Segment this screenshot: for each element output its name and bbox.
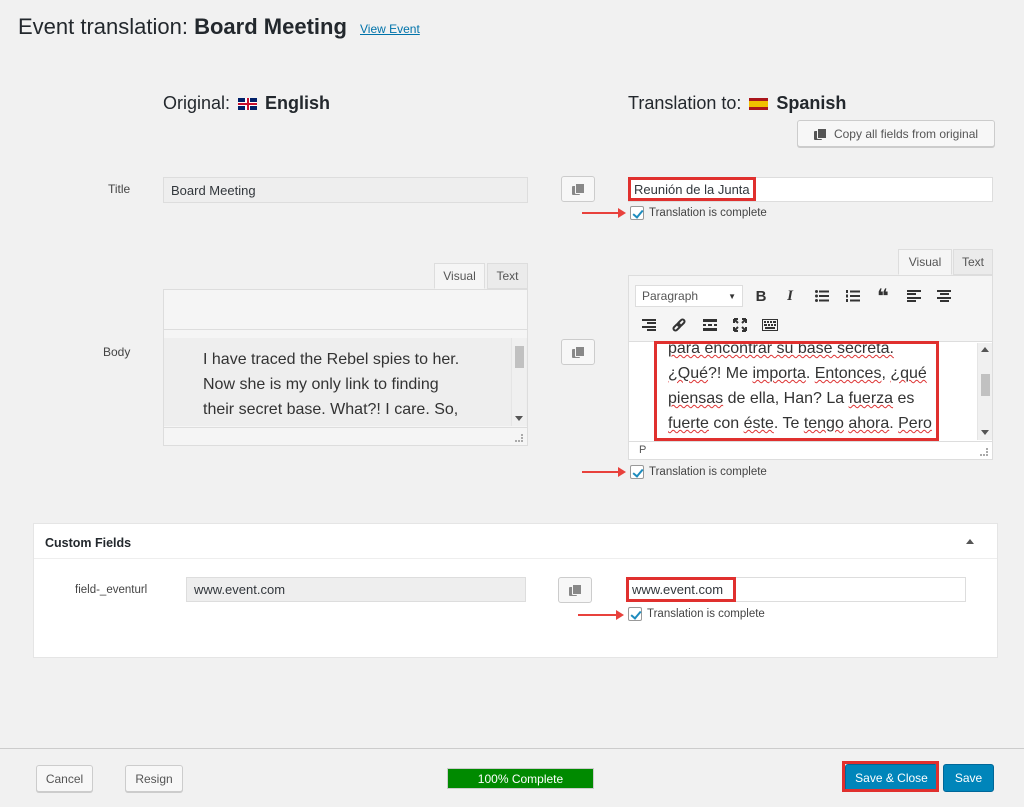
align-left-button[interactable] — [903, 285, 925, 307]
title-row-label: Title — [108, 182, 131, 196]
original-eventurl-field: www.event.com — [186, 577, 526, 602]
original-tab-text[interactable]: Text — [487, 263, 528, 289]
align-center-button[interactable] — [933, 285, 955, 307]
original-tab-visual[interactable]: Visual — [434, 263, 485, 289]
resize-handle-icon[interactable] — [515, 434, 523, 442]
copy-icon — [572, 346, 585, 358]
copy-icon — [572, 183, 585, 195]
title-highlight — [628, 177, 756, 201]
element-path: P — [639, 444, 647, 456]
fullscreen-icon — [733, 318, 747, 332]
link-icon — [672, 318, 686, 332]
resize-handle-icon[interactable] — [980, 448, 988, 456]
original-scrollbar[interactable] — [511, 338, 526, 426]
arrow-indicator — [582, 467, 626, 477]
uk-flag-icon — [238, 97, 258, 110]
resign-button[interactable]: Resign — [125, 765, 183, 792]
copy-icon — [569, 584, 582, 596]
translation-heading: Translation to: Spanish — [628, 93, 847, 113]
view-event-link[interactable]: View Event — [360, 22, 420, 36]
save-close-highlight — [842, 761, 939, 792]
custom-fields-header[interactable]: Custom Fields — [34, 524, 997, 559]
page-title: Event translation: Board Meeting — [18, 14, 347, 39]
original-language: English — [265, 93, 331, 113]
original-title-field: Board Meeting — [163, 177, 528, 203]
align-left-icon — [907, 290, 921, 302]
format-select[interactable]: Paragraph ▼ — [635, 285, 743, 307]
original-body-editor: I have traced the Rebel spies to her. No… — [163, 289, 528, 446]
link-button[interactable] — [668, 314, 690, 336]
collapse-arrow-icon[interactable] — [966, 539, 974, 544]
original-editor-statusbar — [164, 427, 527, 445]
toolbar-toggle-button[interactable] — [759, 314, 781, 336]
align-right-icon — [642, 319, 656, 331]
arrow-indicator — [578, 610, 624, 620]
original-editor-content: I have traced the Rebel spies to her. No… — [164, 338, 527, 426]
spain-flag-icon — [749, 97, 769, 110]
align-center-icon — [937, 290, 951, 302]
italic-button[interactable]: I — [779, 285, 801, 307]
body-complete-checkbox[interactable] — [630, 465, 644, 479]
copy-all-button[interactable]: Copy all fields from original — [797, 120, 995, 147]
translation-editor-statusbar: P — [629, 441, 992, 459]
body-row-label: Body — [103, 345, 131, 359]
bullet-list-button[interactable] — [811, 285, 833, 307]
save-button[interactable]: Save — [943, 764, 994, 792]
custom-field-label: field-_eventurl — [75, 584, 148, 596]
bullet-list-icon — [815, 290, 829, 302]
eventurl-complete-checkbox[interactable] — [628, 607, 642, 621]
title-complete-checkbox-row: Translation is complete — [630, 206, 767, 220]
translation-scrollbar[interactable] — [977, 343, 992, 440]
translation-language: Spanish — [776, 93, 847, 113]
bold-button[interactable]: B — [750, 285, 772, 307]
align-right-button[interactable] — [638, 314, 660, 336]
copy-eventurl-button[interactable] — [558, 577, 592, 603]
original-heading: Original: English — [163, 93, 331, 113]
progress-bar: 100% Complete — [447, 768, 594, 789]
title-complete-checkbox[interactable] — [630, 206, 644, 220]
arrow-indicator — [582, 208, 626, 218]
keyboard-icon — [762, 319, 778, 331]
read-more-icon — [703, 319, 717, 331]
numbered-list-button[interactable] — [842, 285, 864, 307]
blockquote-button[interactable]: ❝ — [872, 284, 894, 308]
copy-title-button[interactable] — [561, 176, 595, 202]
copy-icon — [813, 127, 827, 140]
fullscreen-button[interactable] — [729, 314, 751, 336]
body-complete-checkbox-row: Translation is complete — [630, 465, 767, 479]
original-editor-toolbar — [164, 290, 527, 330]
translation-tab-visual[interactable]: Visual — [898, 249, 952, 275]
read-more-button[interactable] — [699, 314, 721, 336]
translation-tab-text[interactable]: Text — [953, 249, 993, 275]
translation-editor-toolbar: Paragraph ▼ B I ❝ — [629, 276, 992, 342]
custom-fields-title: Custom Fields — [45, 536, 132, 550]
chevron-down-icon: ▼ — [728, 291, 736, 301]
custom-fields-panel: Custom Fields field-_eventurl www.event.… — [33, 523, 998, 658]
numbered-list-icon — [846, 290, 860, 302]
copy-body-button[interactable] — [561, 339, 595, 365]
body-highlight — [654, 341, 939, 441]
eventurl-complete-checkbox-row: Translation is complete — [628, 607, 765, 621]
eventurl-highlight — [626, 577, 736, 602]
cancel-button[interactable]: Cancel — [36, 765, 93, 792]
